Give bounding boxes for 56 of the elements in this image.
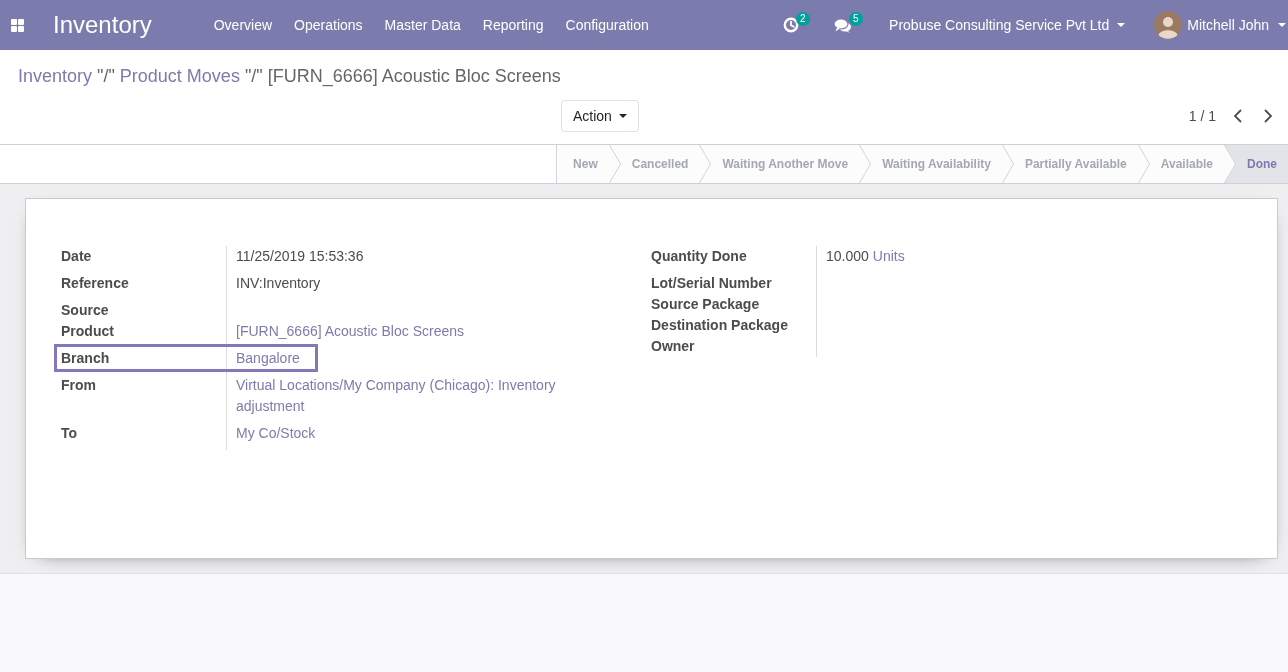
company-switcher[interactable]: Probuse Consulting Service Pvt Ltd <box>889 15 1126 35</box>
grid-icon <box>11 18 24 32</box>
field-label: Date <box>61 248 92 264</box>
breadcrumb-link[interactable]: Product Moves <box>119 62 240 90</box>
activity-button[interactable] <box>783 17 800 33</box>
action-button[interactable]: Action <box>561 100 639 132</box>
status-step[interactable]: Available <box>1137 145 1224 183</box>
field-value: INV:Inventory <box>236 274 321 293</box>
chat-bubbles-icon <box>834 17 852 33</box>
caret-icon <box>1117 23 1126 27</box>
chevron-right-icon <box>1263 109 1273 123</box>
field-label: Lot/Serial Number <box>651 275 772 291</box>
field-label: Quantity Done <box>651 248 747 264</box>
clock-icon <box>783 17 800 33</box>
caret-icon <box>618 114 627 118</box>
pager-counter: 1 / 1 <box>1188 108 1216 124</box>
breadcrumb-link[interactable]: Inventory <box>18 62 93 90</box>
breadcrumb-separator: "/" <box>97 65 115 88</box>
status-step[interactable]: New <box>557 145 609 183</box>
quantity-value: 10.000 <box>826 247 869 266</box>
field-label: Source Package <box>651 296 760 312</box>
menu-item[interactable]: Master Data <box>373 15 472 35</box>
field-link[interactable]: Bangalore <box>236 348 300 369</box>
field-label: Owner <box>651 338 695 354</box>
status-step[interactable]: Waiting Availability <box>859 145 1002 183</box>
breadcrumb-current: [FURN_6666] Acoustic Bloc Screens <box>267 65 561 89</box>
status-step[interactable]: Partially Available <box>1001 145 1138 183</box>
field-link[interactable]: [FURN_6666] Acoustic Bloc Screens <box>236 321 464 342</box>
field-label: From <box>61 377 96 393</box>
field-label: Source <box>61 302 109 318</box>
menu-item[interactable]: Operations <box>283 15 374 35</box>
count-badge: 2 <box>796 12 810 26</box>
menu-item[interactable]: Overview <box>202 15 284 35</box>
status-step[interactable]: Done <box>1224 145 1288 183</box>
menu-item[interactable]: Configuration <box>554 15 660 35</box>
app-name[interactable]: Inventory <box>53 10 152 40</box>
field-label: To <box>61 425 78 441</box>
breadcrumb-separator: "/" <box>244 65 263 88</box>
status-step[interactable]: Cancelled <box>608 145 700 183</box>
unit-link[interactable]: Units <box>872 246 905 267</box>
chevron-left-icon <box>1233 109 1243 123</box>
messages-button[interactable] <box>834 17 852 33</box>
status-step[interactable]: Waiting Another Move <box>699 145 860 183</box>
field-label: Branch <box>61 350 110 366</box>
field-label: Product <box>61 323 114 339</box>
user-menu[interactable]: Mitchell John <box>1154 11 1286 39</box>
field-link[interactable]: Virtual Locations/My Company (Chicago): Inventory adjustment <box>236 375 616 417</box>
field-label: Destination Package <box>651 317 788 333</box>
count-badge: 5 <box>849 11 863 26</box>
apps-menu-button[interactable] <box>11 18 24 32</box>
menu-item[interactable]: Reporting <box>471 15 555 35</box>
field-link[interactable]: My Co/Stock <box>236 423 316 444</box>
caret-icon <box>1278 23 1286 27</box>
field-label: Reference <box>61 275 129 291</box>
field-value: 11/25/2019 15:53:36 <box>236 247 364 266</box>
avatar-icon <box>1154 11 1183 39</box>
